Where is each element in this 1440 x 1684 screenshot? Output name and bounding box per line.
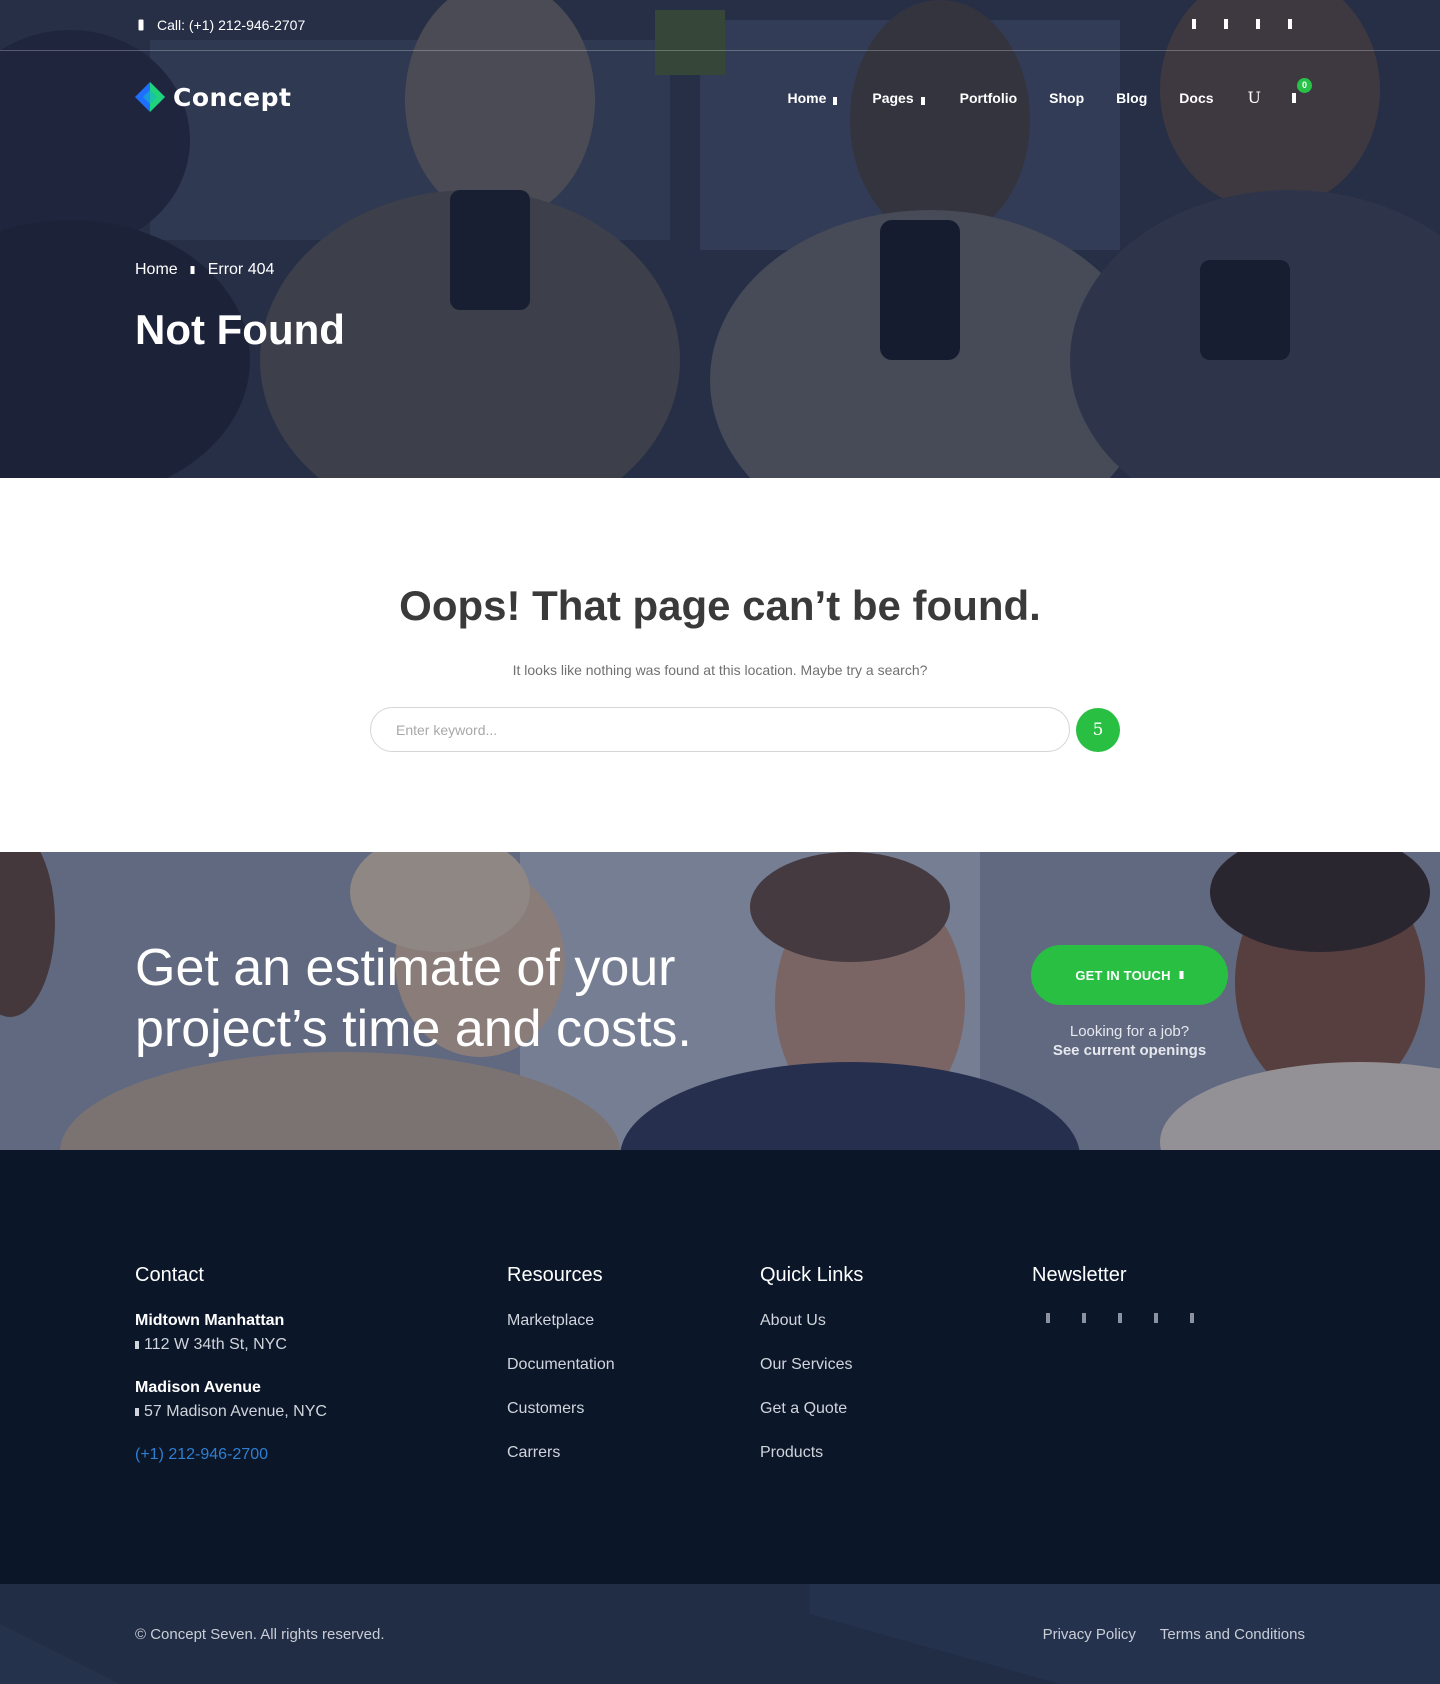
location-address: 112 W 34th St, NYC (135, 1335, 327, 1354)
nav-item-label: Shop (1049, 89, 1085, 106)
job-text: Looking for a job? (1069, 1023, 1190, 1040)
hero-overlay (0, 0, 1440, 478)
location-item: Madison Avenue 57 Madison Avenue, NYC (135, 1378, 327, 1421)
logo-mark-icon (135, 82, 165, 112)
copyright-text: © Concept Seven. All rights reserved. (135, 1626, 385, 1643)
footer-link-about-us[interactable]: About Us (760, 1311, 863, 1330)
map-pin-icon (135, 1407, 140, 1417)
search-button[interactable]: 5 (1076, 708, 1120, 752)
not-found-section: Oops! That page can’t be found. It looks… (0, 478, 1440, 852)
get-in-touch-button[interactable]: GET IN TOUCH (1031, 945, 1228, 1005)
nav-item-pages[interactable]: Pages (872, 90, 927, 106)
breadcrumb: Home Error 404 (135, 261, 274, 279)
chevron-right-icon (190, 265, 196, 275)
footer-social-icons (1032, 1311, 1196, 1325)
privacy-policy-link[interactable]: Privacy Policy (1043, 1626, 1136, 1643)
footer-phone-link[interactable]: (+1) 212-946-2700 (135, 1445, 327, 1464)
footer-link-products[interactable]: Products (760, 1443, 863, 1462)
cta-heading: Get an estimate of your project’s time a… (135, 939, 692, 1058)
nav-item-label: Portfolio (959, 89, 1018, 106)
site-footer: Contact Midtown Manhattan 112 W 34th St,… (0, 1150, 1440, 1584)
footer-quick-links-title: Quick Links (760, 1264, 864, 1286)
twitter-icon[interactable] (1080, 1311, 1088, 1325)
get-in-touch-label: GET IN TOUCH (1075, 967, 1171, 983)
youtube-icon[interactable] (1188, 1311, 1196, 1325)
nav-item-label: Home (787, 89, 827, 106)
nav-item-label: Blog (1116, 89, 1148, 106)
footer-contact: Contact Midtown Manhattan 112 W 34th St,… (135, 1264, 327, 1464)
instagram-icon[interactable] (1116, 1311, 1124, 1325)
search-input[interactable] (370, 707, 1070, 752)
phone-icon (135, 18, 147, 32)
footer-link-carrers[interactable]: Carrers (507, 1443, 615, 1462)
footer-link-get-a-quote[interactable]: Get a Quote (760, 1399, 863, 1418)
facebook-icon[interactable] (1188, 17, 1200, 31)
linkedin-icon[interactable] (1284, 17, 1296, 31)
footer-resources-title: Resources (507, 1264, 603, 1286)
location-name: Madison Avenue (135, 1379, 261, 1396)
footer-link-marketplace[interactable]: Marketplace (507, 1311, 615, 1330)
breadcrumb-home[interactable]: Home (135, 261, 178, 279)
nav-item-label: Pages (872, 89, 914, 106)
page-title: Not Found (135, 306, 345, 353)
cta-section: Get an estimate of your project’s time a… (0, 852, 1440, 1150)
openings-link[interactable]: See current openings (1031, 1042, 1228, 1059)
footer-bottom-bar: © Concept Seven. All rights reserved. Pr… (0, 1584, 1440, 1684)
topbar-socials (1188, 17, 1296, 31)
footer-link-our-services[interactable]: Our Services (760, 1355, 863, 1374)
nav-item-label: Docs (1179, 89, 1214, 106)
user-icon[interactable]: U (1248, 88, 1261, 107)
topbar-phone-text: Call: (+1) 212-946-2707 (157, 17, 306, 33)
location-address-text: 57 Madison Avenue, NYC (144, 1403, 327, 1420)
cart-count-badge: 0 (1297, 77, 1312, 93)
nav-item-portfolio[interactable]: Portfolio (960, 90, 1018, 106)
cart-icon[interactable]: 0 (1291, 77, 1312, 106)
site-logo[interactable]: Concept (135, 82, 291, 112)
nav-item-shop[interactable]: Shop (1049, 90, 1084, 106)
location-item: Midtown Manhattan 112 W 34th St, NYC (135, 1311, 327, 1354)
nav-item-blog[interactable]: Blog (1116, 90, 1147, 106)
arrow-right-icon (1179, 970, 1184, 980)
chevron-down-icon (832, 96, 840, 105)
chevron-down-icon (920, 96, 928, 105)
footer-link-documentation[interactable]: Documentation (507, 1355, 615, 1374)
footer-newsletter: Newsletter (1032, 1264, 1196, 1325)
topbar-phone[interactable]: Call: (+1) 212-946-2707 (135, 17, 305, 33)
footer-quick-links: Quick Links About Us Our Services Get a … (760, 1264, 863, 1487)
facebook-icon[interactable] (1044, 1311, 1052, 1325)
footer-link-customers[interactable]: Customers (507, 1399, 615, 1418)
nav-item-docs[interactable]: Docs (1179, 90, 1213, 106)
instagram-icon[interactable] (1252, 17, 1264, 31)
location-address-text: 112 W 34th St, NYC (144, 1336, 287, 1353)
footer-resources: Resources Marketplace Documentation Cust… (507, 1264, 615, 1487)
main-nav: Home Pages Portfolio Shop Blog Docs U 0 (787, 77, 1312, 107)
linkedin-icon[interactable] (1152, 1311, 1160, 1325)
top-bar: Call: (+1) 212-946-2707 (0, 0, 1440, 51)
nav-item-home[interactable]: Home (787, 90, 840, 106)
location-address: 57 Madison Avenue, NYC (135, 1402, 327, 1421)
location-name: Midtown Manhattan (135, 1312, 285, 1329)
footer-contact-title: Contact (135, 1264, 204, 1286)
map-pin-icon (135, 1340, 140, 1350)
terms-link[interactable]: Terms and Conditions (1160, 1626, 1305, 1643)
footer-newsletter-title: Newsletter (1032, 1264, 1127, 1286)
hero-section: Call: (+1) 212-946-2707 Concept Home Pag… (0, 0, 1440, 478)
not-found-heading: Oops! That page can’t be found. (399, 582, 1041, 629)
main-navbar: Concept Home Pages Portfolio Shop Blog D… (135, 76, 1312, 116)
breadcrumb-current: Error 404 (207, 261, 275, 278)
twitter-icon[interactable] (1220, 17, 1232, 31)
logo-text: Concept (173, 82, 292, 112)
not-found-subtitle: It looks like nothing was found at this … (512, 662, 928, 678)
legal-links: Privacy Policy Terms and Conditions (1043, 1626, 1305, 1643)
